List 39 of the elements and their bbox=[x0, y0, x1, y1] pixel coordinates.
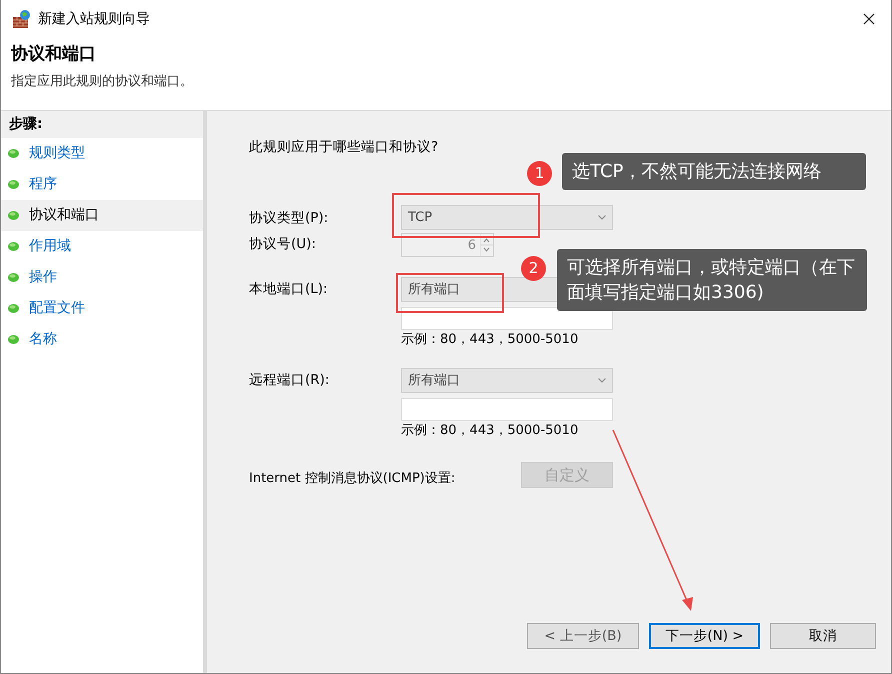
question-text: 此规则应用于哪些端口和协议? bbox=[249, 138, 440, 157]
step-item[interactable]: 操作 bbox=[1, 262, 203, 293]
dropdown[interactable]: TCP bbox=[401, 205, 613, 230]
step-item[interactable]: 作用域 bbox=[1, 231, 203, 262]
step-item[interactable]: 协议和端口 bbox=[1, 200, 203, 231]
firewall-icon bbox=[12, 9, 32, 29]
bullet-icon bbox=[8, 304, 19, 313]
field-label: 本地端口(L): bbox=[249, 280, 329, 300]
bullet-icon bbox=[8, 335, 19, 344]
field-label: 远程端口(R): bbox=[249, 370, 330, 390]
bullet-icon bbox=[8, 211, 19, 220]
close-icon[interactable] bbox=[863, 13, 875, 25]
page-heading: 协议和端口 bbox=[11, 44, 97, 64]
window-title: 新建入站规则向导 bbox=[38, 10, 150, 28]
dropdown-caret-icon bbox=[598, 215, 606, 220]
field-label: 协议号(U): bbox=[249, 235, 317, 254]
example-text: 示例：80，443，5000-5010 bbox=[401, 332, 580, 348]
wizard-button[interactable]: < 上一步(B) bbox=[527, 623, 639, 649]
port-input[interactable] bbox=[401, 307, 613, 330]
callout-tooltip: 可选择所有端口，或特定端口（在下面填写指定端口如3306) bbox=[557, 249, 867, 312]
dropdown[interactable]: 所有端口 bbox=[401, 368, 613, 393]
bullet-icon bbox=[8, 242, 19, 251]
step-item[interactable]: 配置文件 bbox=[1, 293, 203, 324]
wizard-button[interactable]: 取消 bbox=[770, 623, 876, 649]
bullet-icon bbox=[8, 180, 19, 189]
step-item[interactable]: 规则类型 bbox=[1, 138, 203, 169]
dropdown-caret-icon bbox=[598, 378, 606, 383]
wizard-button[interactable]: 下一步(N) > bbox=[649, 623, 760, 649]
step-item[interactable]: 程序 bbox=[1, 169, 203, 200]
bullet-icon bbox=[8, 273, 19, 282]
steps-heading: 步骤: bbox=[1, 111, 203, 138]
port-input[interactable] bbox=[401, 398, 613, 421]
callout-tooltip: 选TCP，不然可能无法连接网络 bbox=[562, 153, 866, 190]
icmp-label: Internet 控制消息协议(ICMP)设置: bbox=[249, 470, 456, 488]
bullet-icon bbox=[8, 149, 19, 158]
page-description: 指定应用此规则的协议和端口。 bbox=[11, 73, 194, 92]
example-text: 示例：80，443，5000-5010 bbox=[401, 422, 580, 438]
field-label: 协议类型(P): bbox=[249, 209, 330, 228]
step-item[interactable]: 名称 bbox=[1, 324, 203, 355]
